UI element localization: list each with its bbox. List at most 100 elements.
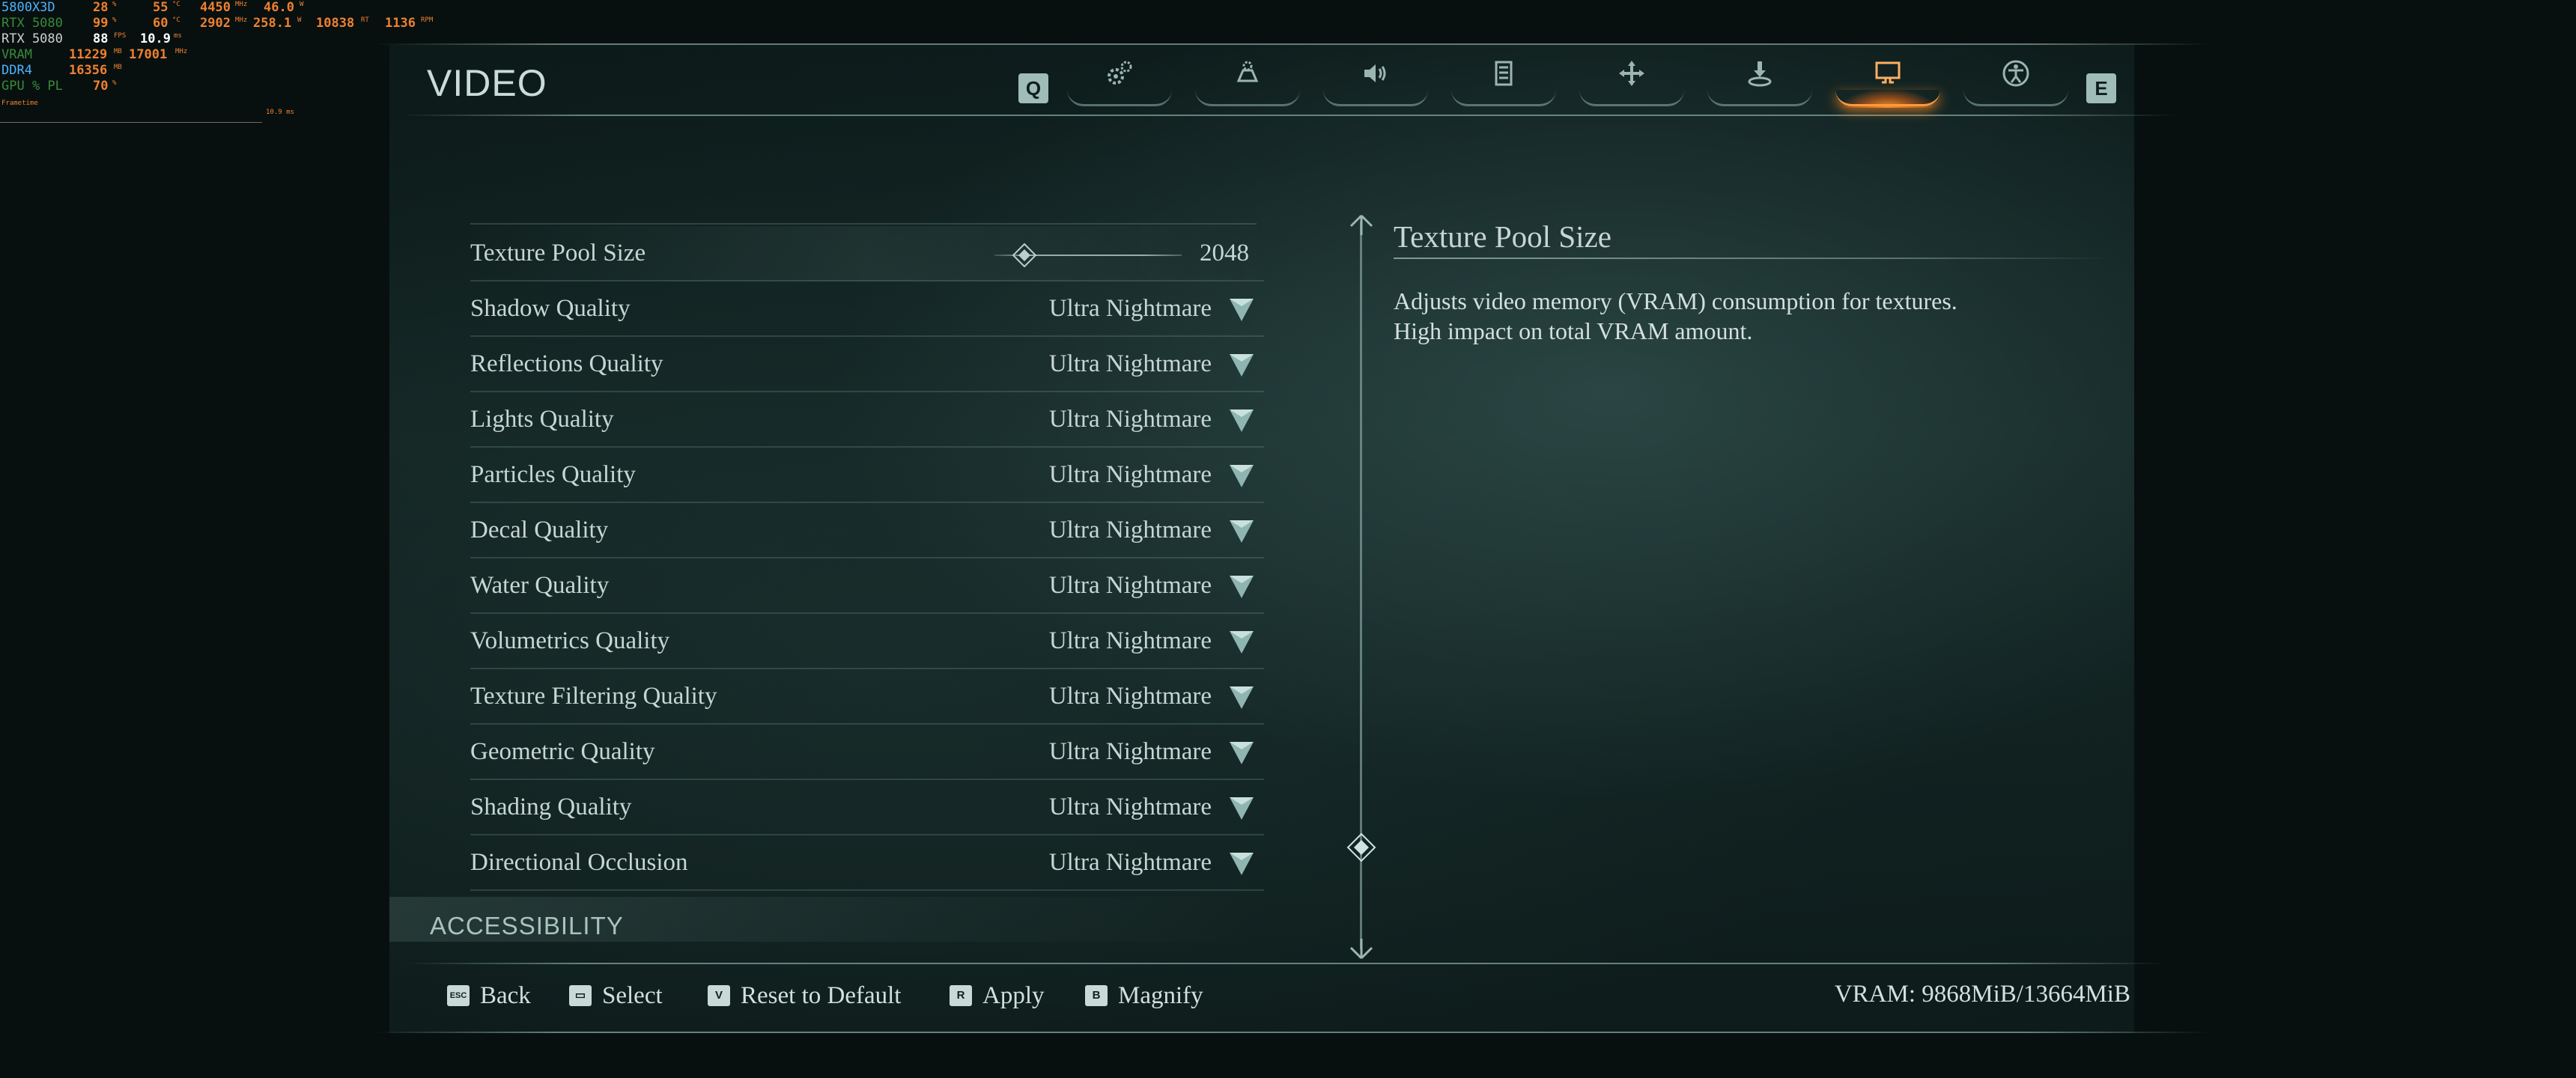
setting-value: Ultra Nightmare (1048, 406, 1212, 433)
osd-value: 4450 (200, 0, 231, 15)
osd-value: 60 (153, 16, 168, 31)
setting-value: Ultra Nightmare (1048, 627, 1212, 654)
dropdown-arrow-icon[interactable] (1228, 685, 1255, 710)
tab-downloads[interactable] (1707, 52, 1812, 106)
osd-value: 17001 (129, 47, 168, 62)
footer-label: Apply (982, 981, 1045, 1009)
osd-value: 16356 (69, 63, 108, 78)
setting-row[interactable]: Water Quality Ultra Nightmare (470, 558, 1264, 614)
osd-unit: °C (172, 1, 180, 8)
setting-row[interactable]: Shading Quality Ultra Nightmare (470, 780, 1264, 835)
dropdown-arrow-icon[interactable] (1228, 630, 1255, 655)
vram-usage: VRAM: 9868MiB/13664MiB (1834, 981, 2130, 1008)
setting-row[interactable]: Particles Quality Ultra Nightmare (470, 448, 1264, 503)
setting-row[interactable]: Decal Quality Ultra Nightmare (470, 503, 1264, 558)
setting-row[interactable]: Lights Quality Ultra Nightmare (470, 392, 1264, 448)
osd-unit: % (112, 16, 117, 24)
osd-value: 1136 (385, 16, 416, 31)
select-button[interactable]: ▭ Select (569, 981, 663, 1011)
dropdown-arrow-icon[interactable] (1228, 297, 1255, 323)
osd-unit: MHz (175, 48, 188, 55)
settings-list[interactable]: Texture Pool Size 2048 Shadow Quality Ul… (463, 210, 1264, 898)
setting-value: Ultra Nightmare (1048, 295, 1212, 322)
audio-icon (1364, 64, 1386, 82)
osd-unit: W (300, 1, 304, 8)
dropdown-arrow-icon[interactable] (1228, 353, 1255, 378)
section-header-accessibility[interactable]: ACCESSIBILITY (430, 912, 624, 940)
setting-row[interactable]: Texture Filtering Quality Ultra Nightmar… (470, 669, 1264, 725)
setting-value: Ultra Nightmare (1048, 849, 1212, 876)
setting-value: Ultra Nightmare (1048, 683, 1212, 710)
footer-label: Select (602, 981, 663, 1009)
osd-unit: % (112, 79, 117, 87)
v-key-icon: V (708, 985, 730, 1006)
setting-row-texture-pool-size[interactable]: Texture Pool Size 2048 (470, 226, 1264, 281)
setting-row[interactable]: Directional Occlusion Ultra Nightmare (470, 835, 1264, 891)
osd-label: GPU % PL (1, 79, 63, 94)
gears-icon (1108, 61, 1132, 85)
tab-hud[interactable] (1451, 52, 1556, 106)
setting-value: Ultra Nightmare (1048, 572, 1212, 599)
dropdown-arrow-icon[interactable] (1228, 740, 1255, 766)
tab-audio[interactable] (1323, 52, 1428, 106)
scroll-up-icon[interactable] (1348, 214, 1375, 237)
setting-label: Directional Occlusion (470, 849, 688, 876)
setting-label: Texture Pool Size (470, 240, 646, 267)
setting-row[interactable]: Shadow Quality Ultra Nightmare (470, 281, 1264, 337)
back-button[interactable]: ESC Back (447, 981, 531, 1011)
monitor-icon (1875, 61, 1901, 84)
accessibility-icon (2002, 60, 2029, 87)
menu-list-icon (1495, 61, 1513, 86)
osd-label: 5800X3D (1, 0, 55, 15)
dropdown-arrow-icon[interactable] (1228, 519, 1255, 544)
setting-label: Lights Quality (470, 406, 614, 433)
dropdown-arrow-icon[interactable] (1228, 796, 1255, 821)
setting-row[interactable]: Volumetrics Quality Ultra Nightmare (470, 614, 1264, 669)
download-icon (1748, 61, 1772, 87)
esc-key-icon: ESC (447, 985, 470, 1006)
tab-base (1451, 90, 1556, 106)
description-divider (1394, 258, 2112, 259)
top-frame-line (374, 43, 2209, 45)
tab-controls[interactable] (1195, 52, 1300, 106)
footer-label: Magnify (1118, 981, 1203, 1009)
page-title: VIDEO (427, 62, 547, 104)
prev-tab-key[interactable]: Q (1018, 73, 1048, 103)
dropdown-arrow-icon[interactable] (1228, 463, 1255, 489)
dropdown-arrow-icon[interactable] (1228, 574, 1255, 600)
tab-game-options[interactable] (1067, 52, 1172, 106)
next-tab-key[interactable]: E (2086, 73, 2116, 103)
setting-label: Shading Quality (470, 794, 632, 820)
osd-value: 46.0 (264, 0, 294, 15)
osd-unit: MHz (235, 1, 248, 8)
partially-visible-row (470, 210, 1257, 225)
footer-label: Reset to Default (741, 981, 902, 1009)
tab-base (1195, 90, 1300, 106)
dropdown-arrow-icon[interactable] (1228, 851, 1255, 877)
dropdown-arrow-icon[interactable] (1228, 408, 1255, 433)
magnify-button[interactable]: B Magnify (1085, 981, 1203, 1011)
apply-button[interactable]: R Apply (950, 981, 1045, 1011)
tab-video[interactable] (1835, 52, 1940, 108)
setting-row[interactable]: Reflections Quality Ultra Nightmare (470, 337, 1264, 392)
setting-label: Water Quality (470, 572, 610, 599)
reset-to-default-button[interactable]: V Reset to Default (708, 981, 901, 1011)
setting-value: Ultra Nightmare (1048, 517, 1212, 543)
osd-unit: MHz (235, 16, 248, 24)
osd-value: 10838 (316, 16, 355, 31)
slider-thumb-icon[interactable] (1012, 243, 1036, 267)
tab-base (1707, 90, 1812, 106)
setting-value: Ultra Nightmare (1048, 738, 1212, 765)
b-key-icon: B (1085, 985, 1108, 1006)
osd-value: 28 (93, 0, 109, 15)
osd-value: 99 (93, 16, 109, 31)
setting-row[interactable]: Geometric Quality Ultra Nightmare (470, 725, 1264, 780)
footer-label: Back (480, 981, 531, 1009)
osd-value: 88 (93, 31, 109, 46)
scrollbar-thumb[interactable] (1346, 832, 1376, 862)
scroll-down-icon[interactable] (1348, 937, 1375, 960)
setting-label: Decal Quality (470, 517, 609, 543)
tab-mouse-movement[interactable] (1579, 52, 1684, 106)
tab-accessibility[interactable] (1963, 52, 2068, 106)
osd-value: 10.9 (140, 31, 171, 46)
